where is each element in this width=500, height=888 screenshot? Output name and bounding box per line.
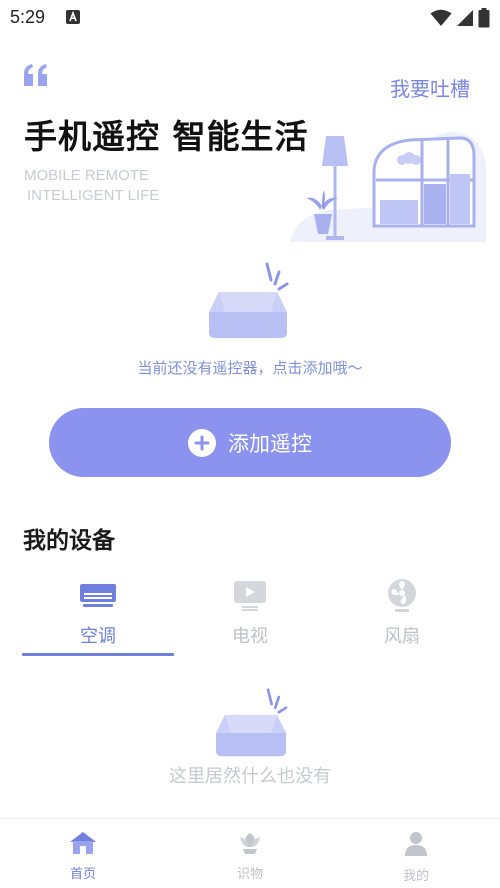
nav-identify-label: 识物: [236, 867, 263, 882]
empty-box-icon: [208, 688, 294, 762]
status-right: [430, 8, 490, 28]
tab-active-indicator: [22, 653, 174, 656]
status-time: 5:29: [10, 7, 46, 27]
home-icon: [69, 831, 97, 859]
notification-a-icon: [66, 10, 80, 24]
quote-icon: [22, 62, 50, 92]
wifi-icon: [430, 9, 452, 26]
add-remote-button[interactable]: 添加遥控: [49, 408, 451, 477]
hero-subtitle: MOBILE REMOTE INTELLIGENT LIFE: [24, 166, 159, 206]
status-bar: 5:29: [0, 0, 500, 36]
tab-fan[interactable]: 风扇: [326, 572, 478, 656]
empty-remote-text: 当前还没有遥控器，点击添加哦～: [137, 359, 363, 377]
nav-home[interactable]: 首页: [23, 831, 143, 882]
tab-tv-label: 电视: [232, 626, 268, 647]
empty-device-text: 这里居然什么也没有: [169, 766, 331, 787]
feedback-link[interactable]: 我要吐槽: [390, 73, 470, 102]
bottom-nav: 首页 识物 我的: [0, 818, 500, 888]
fan-icon: [386, 576, 418, 616]
tab-tv[interactable]: 电视: [174, 572, 326, 656]
hero-subtitle-line2: INTELLIGENT LIFE: [27, 187, 160, 204]
living-room-illustration: [290, 126, 486, 248]
person-icon: [404, 831, 428, 861]
battery-icon: [478, 8, 490, 28]
tab-fan-label: 风扇: [384, 626, 420, 647]
hero-subtitle-line1: MOBILE REMOTE: [24, 167, 150, 184]
nav-home-label: 首页: [69, 867, 96, 882]
nav-mine-label: 我的: [402, 869, 429, 884]
signal-icon: [457, 10, 473, 26]
nav-mine[interactable]: 我的: [356, 831, 476, 884]
tab-air-conditioner[interactable]: 空调: [22, 572, 174, 656]
air-conditioner-icon: [79, 576, 117, 616]
hero-title: 手机遥控 智能生活: [24, 117, 309, 156]
nav-identify[interactable]: 识物: [190, 831, 310, 882]
plus-icon: [188, 428, 216, 457]
my-devices-title: 我的设备: [23, 528, 115, 554]
add-remote-label: 添加遥控: [228, 431, 312, 456]
empty-box-icon: [205, 262, 291, 344]
tab-air-conditioner-label: 空调: [80, 626, 116, 647]
tv-icon: [233, 576, 267, 616]
flower-icon: [237, 831, 263, 859]
